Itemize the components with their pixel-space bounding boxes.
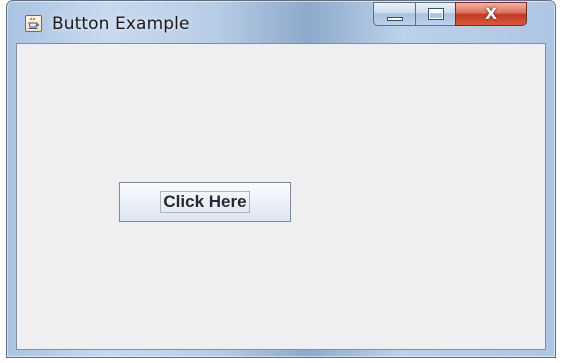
click-here-button[interactable]: Click Here xyxy=(119,182,291,222)
content-panel: Click Here xyxy=(16,43,546,350)
title-bar[interactable]: Button Example X xyxy=(7,1,555,43)
java-coffee-cup-icon[interactable] xyxy=(25,15,42,32)
app-window: Button Example X Click Here xyxy=(6,0,556,358)
minimize-button[interactable] xyxy=(373,2,415,26)
click-here-button-label: Click Here xyxy=(160,191,250,213)
maximize-button[interactable] xyxy=(415,2,455,26)
window-title: Button Example xyxy=(52,14,190,34)
close-icon: X xyxy=(484,4,498,23)
close-button[interactable]: X xyxy=(455,2,527,26)
maximize-icon xyxy=(427,8,444,20)
minimize-icon xyxy=(386,16,403,21)
